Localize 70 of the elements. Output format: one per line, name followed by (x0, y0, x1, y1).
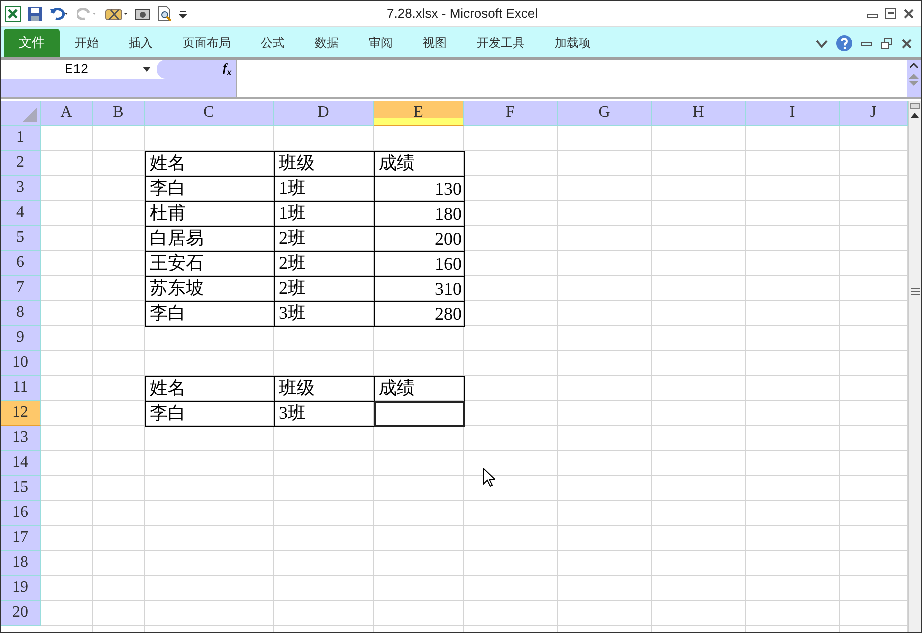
row-header[interactable]: 3 (1, 176, 41, 201)
row-header[interactable]: 4 (1, 201, 41, 226)
row-header[interactable]: 2 (1, 151, 41, 176)
close-icon[interactable] (903, 8, 915, 20)
ribbon-tab[interactable]: 加载项 (540, 29, 606, 57)
row-header[interactable]: 16 (1, 501, 41, 526)
split-handle-icon[interactable] (910, 103, 920, 109)
column-header[interactable]: H (652, 101, 746, 126)
row-header[interactable]: 14 (1, 451, 41, 476)
excel-logo-icon[interactable] (5, 6, 21, 22)
help-icon[interactable] (836, 35, 853, 52)
print-preview-icon[interactable] (157, 6, 173, 22)
row-header[interactable]: 18 (1, 551, 41, 576)
scroll-up-icon[interactable] (910, 63, 918, 69)
scroll-up-icon[interactable] (911, 112, 919, 118)
table-cell[interactable]: 李白 (145, 301, 275, 327)
column-header[interactable]: D (274, 101, 374, 126)
row-header[interactable]: 7 (1, 276, 41, 301)
row-header[interactable]: 15 (1, 476, 41, 501)
table-cell[interactable]: 姓名 (145, 376, 275, 402)
column-header[interactable]: G (558, 101, 652, 126)
row-header[interactable]: 10 (1, 351, 41, 376)
mouse-pointer-icon (483, 468, 495, 487)
select-all-triangle-icon (23, 108, 37, 122)
column-header[interactable]: F (464, 101, 558, 126)
ribbon-tab[interactable]: 审阅 (354, 29, 408, 57)
row-header[interactable]: 19 (1, 576, 41, 601)
ribbon-tab[interactable]: 视图 (408, 29, 462, 57)
ribbon-tab[interactable]: 开始 (60, 29, 114, 57)
file-tab[interactable]: 文件 (4, 29, 60, 57)
close-icon[interactable] (901, 38, 913, 50)
name-box[interactable]: E12 (1, 60, 143, 79)
column-header[interactable]: I (746, 101, 840, 126)
maximize-icon[interactable] (885, 8, 897, 20)
table-cell[interactable]: 成绩 (374, 376, 465, 402)
column-header[interactable]: J (840, 101, 908, 126)
row-header[interactable]: 13 (1, 426, 41, 451)
table-cell[interactable]: 成绩 (374, 151, 465, 177)
ribbon-tab[interactable]: 插入 (114, 29, 168, 57)
ribbon-tab[interactable]: 数据 (300, 29, 354, 57)
column-header[interactable]: B (93, 101, 145, 126)
scroll-thumb-icon[interactable] (910, 288, 920, 296)
undo-icon[interactable] (49, 6, 71, 22)
active-cell[interactable] (374, 401, 465, 427)
row-header[interactable]: 5 (1, 226, 41, 251)
table-cell[interactable]: 姓名 (145, 151, 275, 177)
row-header[interactable]: 6 (1, 251, 41, 276)
row-header[interactable]: 9 (1, 326, 41, 351)
window-title: 7.28.xlsx - Microsoft Excel (386, 6, 539, 21)
row-header[interactable]: 20 (1, 601, 41, 626)
ribbon-tab[interactable]: 页面布局 (168, 29, 246, 57)
restore-icon[interactable] (881, 38, 893, 50)
table-cell[interactable]: 3班 (274, 301, 375, 327)
ribbon-tab[interactable]: 开发工具 (462, 29, 540, 57)
ribbon-collapse-icon[interactable] (816, 38, 828, 48)
row-header[interactable]: 12 (1, 401, 41, 426)
table-cell[interactable]: 280 (374, 301, 465, 327)
table-cell[interactable]: 李白 (145, 401, 275, 427)
insert-function-button[interactable]: f$_{x}$ (223, 60, 232, 78)
dropdown-caret-icon[interactable] (143, 67, 151, 72)
row-header[interactable]: 11 (1, 376, 41, 401)
row-header[interactable]: 8 (1, 301, 41, 326)
ribbon-tab[interactable]: 公式 (246, 29, 300, 57)
row-header[interactable]: 1 (1, 126, 41, 151)
save-icon[interactable] (27, 6, 43, 22)
column-header[interactable]: C (145, 101, 274, 126)
row-header[interactable]: 17 (1, 526, 41, 551)
column-header[interactable]: E (374, 101, 464, 126)
column-header[interactable]: A (41, 101, 93, 126)
table-cell[interactable]: 3班 (274, 401, 375, 427)
